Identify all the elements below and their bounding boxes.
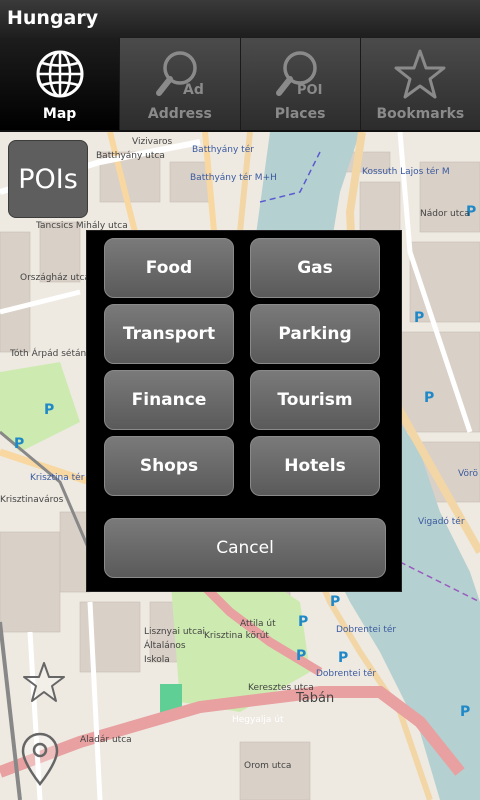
svg-text:P: P bbox=[338, 650, 348, 666]
svg-text:Keresztes utca: Keresztes utca bbox=[248, 683, 314, 693]
svg-text:Krisztinaváros: Krisztinaváros bbox=[0, 495, 64, 505]
svg-text:Dobrentei tér: Dobrentei tér bbox=[336, 624, 396, 635]
svg-text:Tabán: Tabán bbox=[295, 691, 334, 706]
star-icon bbox=[394, 49, 446, 99]
globe-icon bbox=[36, 50, 84, 98]
svg-text:Batthyány tér M+H: Batthyány tér M+H bbox=[190, 172, 277, 183]
parking-button[interactable]: Parking bbox=[250, 304, 380, 364]
svg-text:Vizivaros: Vizivaros bbox=[132, 137, 173, 147]
tab-label: Address bbox=[147, 106, 212, 122]
shops-button[interactable]: Shops bbox=[104, 436, 234, 496]
svg-text:Batthyány tér: Batthyány tér bbox=[192, 144, 254, 155]
tab-label: Map bbox=[42, 106, 77, 122]
location-pin-icon[interactable] bbox=[20, 732, 60, 788]
tab-map[interactable]: Map bbox=[0, 38, 121, 130]
svg-text:Orom utca: Orom utca bbox=[244, 761, 291, 771]
svg-text:Krisztina körút: Krisztina körút bbox=[204, 631, 269, 641]
app-title-bar: Hungary bbox=[0, 0, 480, 38]
magnifier-poi-icon: POI bbox=[276, 51, 323, 98]
food-button[interactable]: Food bbox=[104, 238, 234, 298]
finance-button[interactable]: Finance bbox=[104, 370, 234, 430]
svg-text:Vörö: Vörö bbox=[458, 469, 478, 479]
svg-text:POI: POI bbox=[297, 83, 322, 98]
svg-text:Hegyalja út: Hegyalja út bbox=[232, 715, 284, 725]
tourism-button[interactable]: Tourism bbox=[250, 370, 380, 430]
svg-text:P: P bbox=[460, 704, 470, 720]
poi-category-dialog: Food Gas Transport Parking Finance Touri… bbox=[86, 230, 402, 592]
svg-text:Attila út: Attila út bbox=[240, 619, 276, 629]
svg-text:Dobrentei tér: Dobrentei tér bbox=[316, 668, 376, 679]
svg-text:Krisztina tér: Krisztina tér bbox=[30, 472, 85, 483]
svg-text:P: P bbox=[44, 402, 54, 418]
bookmark-star-icon[interactable] bbox=[22, 660, 66, 704]
svg-text:Lisznyai utcai: Lisznyai utcai bbox=[144, 627, 205, 637]
magnifier-ad-icon: Ad bbox=[155, 51, 204, 98]
transport-button[interactable]: Transport bbox=[104, 304, 234, 364]
gas-button[interactable]: Gas bbox=[250, 238, 380, 298]
svg-text:P: P bbox=[414, 310, 424, 326]
svg-text:Vigadó tér: Vigadó tér bbox=[418, 516, 465, 527]
tab-label: Places bbox=[274, 106, 326, 122]
svg-text:Ad: Ad bbox=[183, 82, 204, 98]
svg-text:Országház utca: Országház utca bbox=[20, 273, 90, 283]
tab-places[interactable]: POI Places bbox=[240, 38, 361, 130]
cancel-button[interactable]: Cancel bbox=[104, 518, 386, 578]
app-title: Hungary bbox=[7, 7, 99, 29]
tab-address[interactable]: Ad Address bbox=[120, 38, 241, 130]
hotels-button[interactable]: Hotels bbox=[250, 436, 380, 496]
pois-button[interactable]: POIs bbox=[8, 140, 88, 218]
svg-text:Nádor utca: Nádor utca bbox=[420, 209, 470, 219]
svg-text:Aladár utca: Aladár utca bbox=[80, 735, 132, 745]
svg-text:Kossuth Lajos tér M: Kossuth Lajos tér M bbox=[362, 166, 450, 177]
svg-text:P: P bbox=[298, 614, 308, 630]
svg-text:Általános: Általános bbox=[144, 639, 186, 651]
svg-text:P: P bbox=[296, 648, 306, 664]
svg-text:Batthyány utca: Batthyány utca bbox=[96, 151, 165, 161]
svg-text:P: P bbox=[14, 436, 24, 452]
svg-text:Iskola: Iskola bbox=[144, 655, 170, 665]
svg-text:Tóth Árpád sétány: Tóth Árpád sétány bbox=[9, 347, 92, 359]
svg-text:P: P bbox=[330, 594, 340, 610]
svg-text:P: P bbox=[424, 390, 434, 406]
tab-bookmarks[interactable]: Bookmarks bbox=[360, 38, 480, 130]
tab-bar: Map Ad Address POI Places Bookmarks bbox=[0, 38, 480, 132]
tab-label: Bookmarks bbox=[376, 106, 465, 122]
